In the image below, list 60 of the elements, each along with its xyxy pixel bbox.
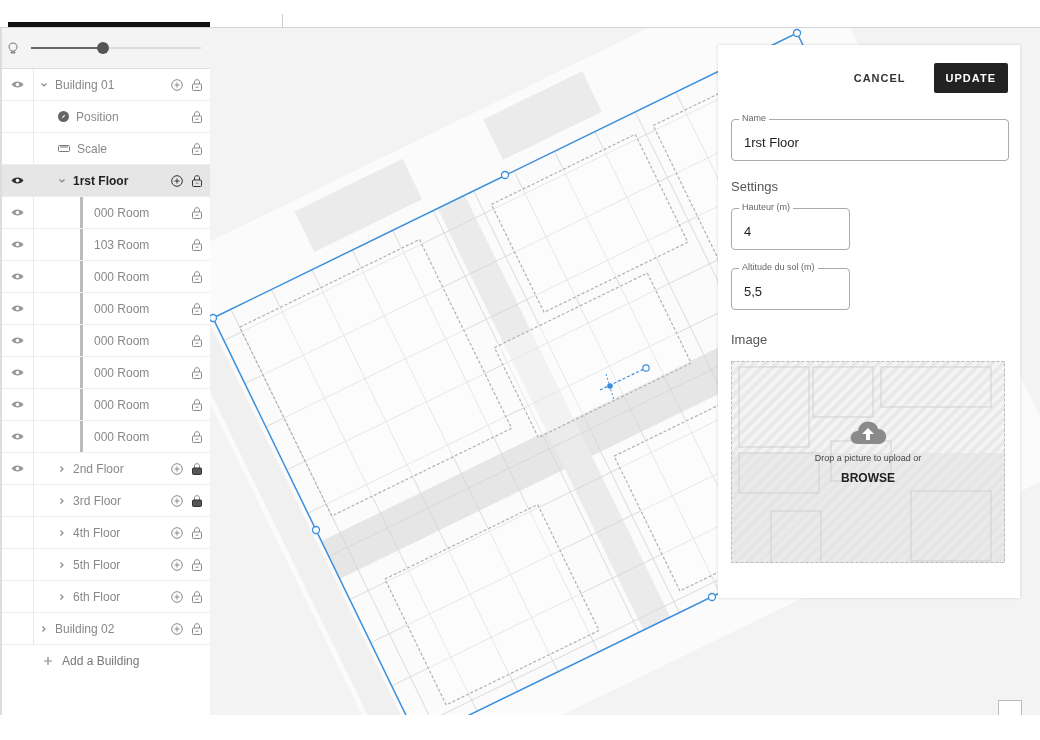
lock-icon[interactable] (192, 174, 202, 187)
tree-item-label: 000 Room (94, 365, 150, 380)
tree-item[interactable]: 6th Floor (2, 581, 210, 613)
tree-item-label: 2nd Floor (73, 461, 124, 476)
lock-icon[interactable] (192, 462, 202, 475)
plus-icon (44, 657, 52, 665)
compass-icon (58, 111, 69, 122)
ruler-icon (58, 145, 70, 152)
tree-item-label: 000 Room (94, 301, 150, 316)
rotation-handle[interactable] (599, 364, 650, 401)
tree-item-label: 000 Room (94, 333, 150, 348)
tree-item-label: 1rst Floor (73, 173, 129, 188)
browse-link[interactable]: BROWSE (841, 471, 895, 485)
tree-item[interactable]: 5th Floor (2, 549, 210, 581)
cancel-button[interactable]: CANCEL (841, 63, 918, 93)
field-label: Name (739, 113, 769, 123)
chevron-icon[interactable] (58, 176, 66, 185)
dropzone[interactable]: Drop a picture to upload or BROWSE (731, 361, 1005, 563)
tree-item-label: Building 01 (55, 77, 115, 92)
lightbulb-icon (8, 42, 18, 54)
tree-item-label: Scale (77, 141, 108, 156)
add-icon[interactable] (171, 174, 183, 187)
update-button[interactable]: UPDATE (933, 63, 1008, 93)
tree-item-label: 5th Floor (73, 557, 121, 572)
tree-item-label: 000 Room (94, 397, 150, 412)
chevron-icon[interactable] (58, 496, 66, 505)
tree-item[interactable]: Building 02 (2, 613, 210, 645)
chevron-icon[interactable] (58, 560, 66, 569)
field-label: Altitude du sol (m) (739, 262, 818, 272)
tree-item[interactable]: 4th Floor (2, 517, 210, 549)
tree-item-label: 000 Room (94, 269, 150, 284)
tree-item-label: 6th Floor (73, 589, 121, 604)
section-title: Image (731, 332, 769, 347)
chevron-icon[interactable] (40, 80, 48, 89)
tree-item[interactable]: 1rst Floor (2, 165, 210, 197)
tree-item-label: 103 Room (94, 237, 150, 252)
opacity-slider[interactable] (28, 42, 204, 54)
eye-icon[interactable] (11, 176, 24, 185)
chevron-icon[interactable] (58, 464, 66, 473)
tree-item-label: 000 Room (94, 429, 150, 444)
tree-item[interactable]: 3rd Floor (2, 485, 210, 517)
tree-item-label: 3rd Floor (73, 493, 122, 508)
tree-item-label: 000 Room (94, 205, 150, 220)
add-building-button[interactable]: Add a Building (2, 645, 210, 677)
lock-icon[interactable] (192, 494, 202, 507)
tree-item[interactable]: Position (2, 101, 210, 133)
chevron-icon[interactable] (40, 624, 48, 633)
chevron-icon[interactable] (58, 528, 66, 537)
tree-item-label: Building 02 (55, 621, 115, 636)
corner-button[interactable] (998, 700, 1022, 715)
field-label: Hauteur (m) (739, 202, 793, 212)
upload-icon (848, 419, 888, 445)
tree-item[interactable]: Building 01 (2, 69, 210, 101)
tree-item[interactable]: 2nd Floor (2, 453, 210, 485)
section-title: Settings (731, 179, 779, 194)
dropzone-hint: Drop a picture to upload or (814, 453, 922, 463)
tree-item-label: 4th Floor (73, 525, 121, 540)
chevron-icon[interactable] (58, 592, 66, 601)
tree-item-label: Position (76, 109, 119, 124)
slider-thumb[interactable] (97, 42, 110, 54)
